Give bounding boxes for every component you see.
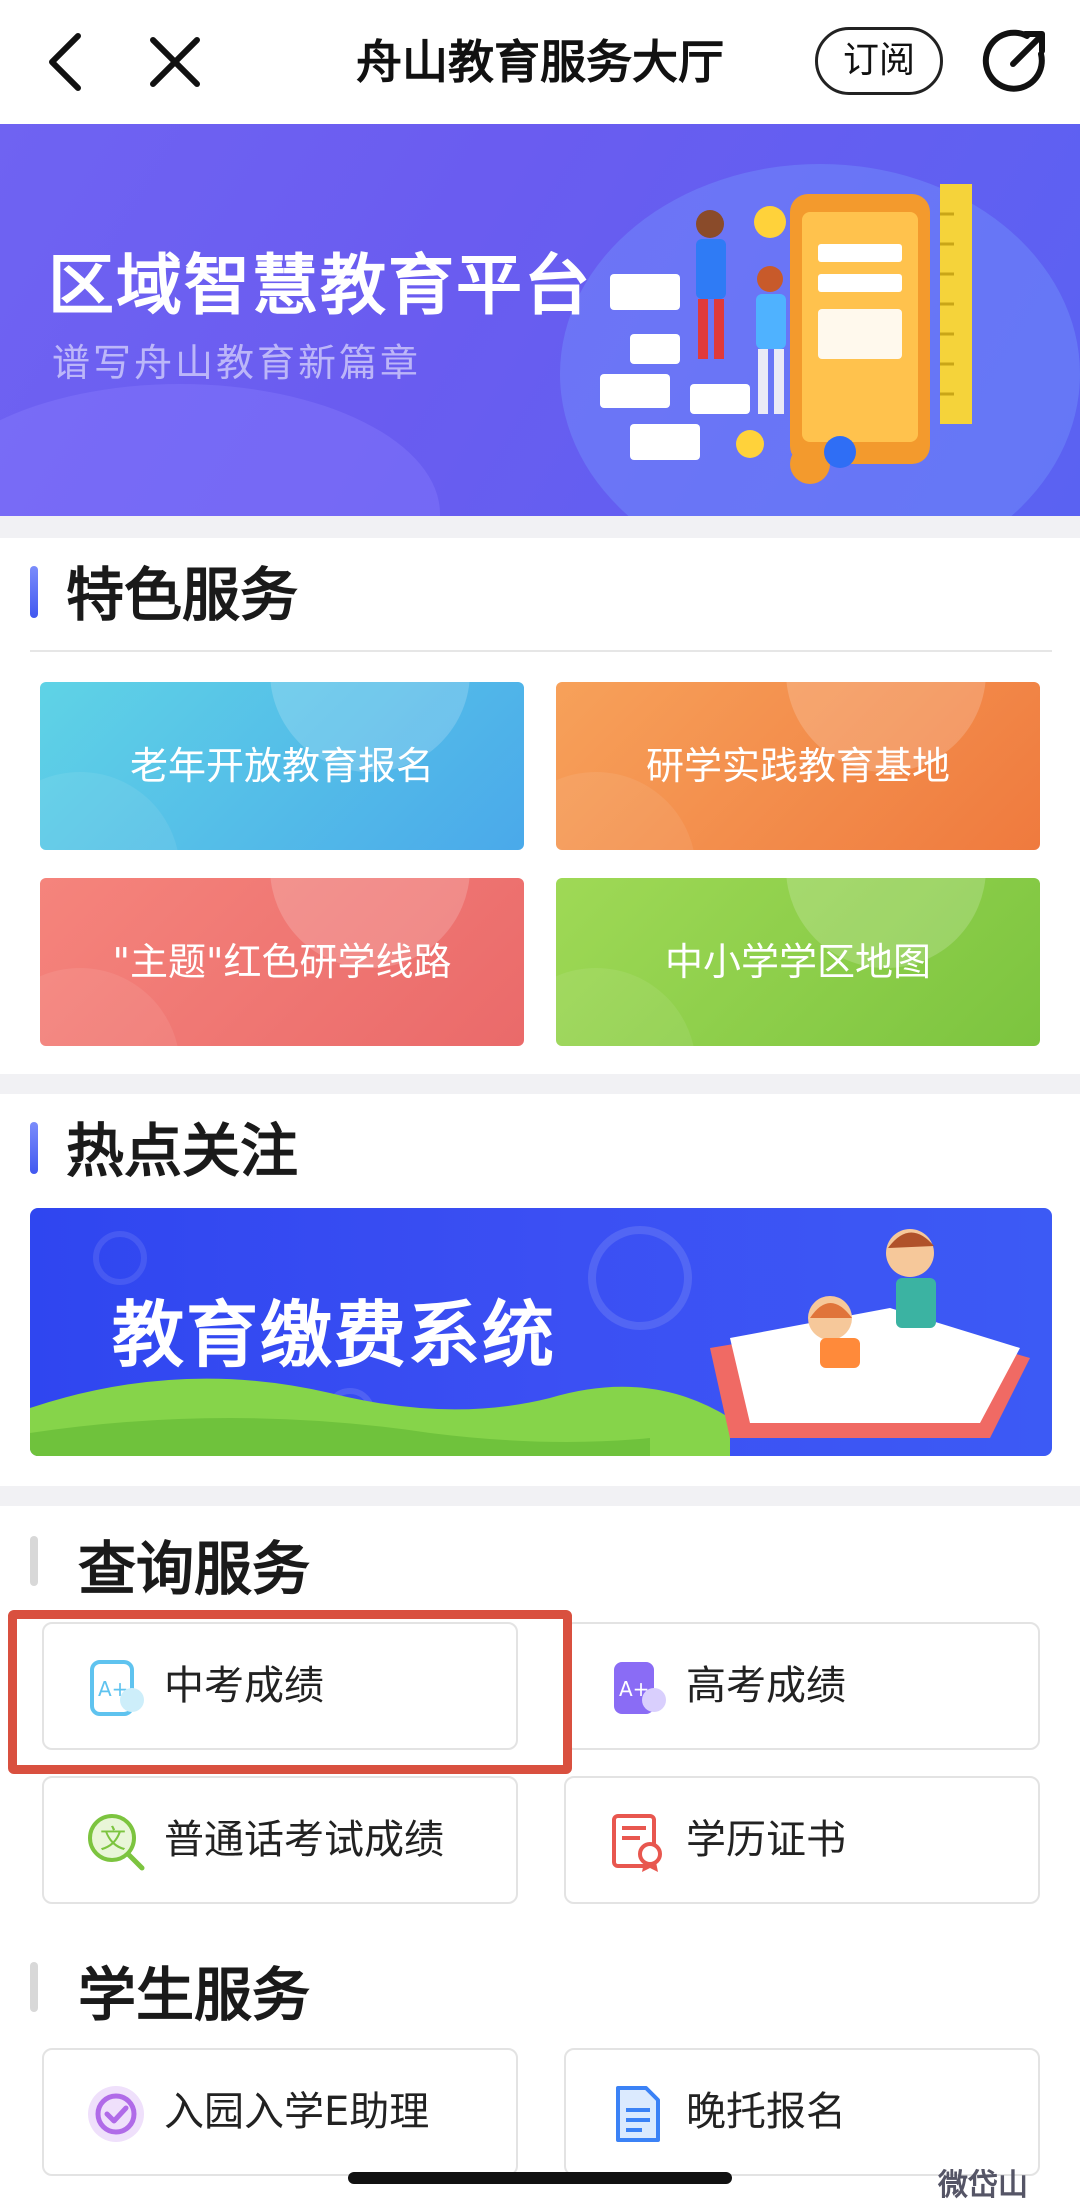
card-label: 入园入学E助理 [164,2089,430,2135]
query-section-title: 查询服务 [78,1535,311,1603]
card-label: 晚托报名 [686,2089,846,2135]
tile-red-study-route[interactable]: "主题"红色研学线路 [40,878,524,1046]
card-gaokao-score[interactable]: A+ 高考成绩 [564,1622,1040,1750]
tile-label: "主题"红色研学线路 [112,940,452,984]
card-education-certificate[interactable]: 学历证书 [564,1776,1040,1904]
hero-subtitle: 谱写舟山教育新篇章 [52,341,422,385]
section-marker [30,1122,38,1174]
section-marker [30,566,38,618]
back-icon[interactable] [30,22,110,102]
tile-label: 中小学学区地图 [664,940,931,984]
hero-banner[interactable]: 区域智慧教育平台 谱写舟山教育新篇章 [0,124,1080,516]
close-icon[interactable] [135,22,215,102]
tile-label: 研学实践教育基地 [645,744,950,788]
tile-label: 老年开放教育报名 [129,744,434,788]
svg-text:文: 文 [100,1825,126,1855]
banner-title: 教育缴费系统 [112,1293,557,1377]
hot-section-title: 热点关注 [66,1117,299,1185]
education-payment-banner[interactable]: 教育缴费系统 [30,1208,1052,1456]
mandarin-text-search-icon: 文 [84,1810,148,1874]
certificate-icon [606,1810,670,1874]
home-indicator[interactable] [348,2172,732,2184]
card-after-school-registration[interactable]: 晚托报名 [564,2048,1040,2176]
student-section-title: 学生服务 [78,1961,311,2029]
featured-section-title: 特色服务 [66,561,299,629]
top-nav-bar: 舟山教育服务大厅 订阅 [0,0,1080,124]
section-gap [0,1074,1080,1094]
card-mandarin-test-score[interactable]: 文 普通话考试成绩 [42,1776,518,1904]
tile-school-district-map[interactable]: 中小学学区地图 [556,878,1040,1046]
subscribe-button[interactable]: 订阅 [815,27,943,95]
divider [30,650,1052,652]
page-title: 舟山教育服务大厅 [356,35,724,89]
section-gap [0,1486,1080,1506]
tile-senior-education-registration[interactable]: 老年开放教育报名 [40,682,524,850]
tile-study-practice-base[interactable]: 研学实践教育基地 [556,682,1040,850]
card-enrollment-assistant[interactable]: 入园入学E助理 [42,2048,518,2176]
share-icon[interactable] [975,22,1055,102]
card-label: 普通话考试成绩 [164,1817,444,1863]
card-label: 高考成绩 [686,1663,846,1709]
highlight-box [8,1610,572,1774]
section-gap [0,516,1080,538]
document-icon [606,2082,670,2146]
grade-a-plus-purple-icon: A+ [606,1656,670,1720]
section-marker [30,1962,38,2012]
education-illustration [570,134,1030,514]
card-label: 学历证书 [686,1817,846,1863]
watermark: 微岱山 [938,2168,1028,2203]
enrollment-icon [84,2082,148,2146]
section-marker [30,1536,38,1586]
hero-title: 区域智慧教育平台 [48,247,592,324]
